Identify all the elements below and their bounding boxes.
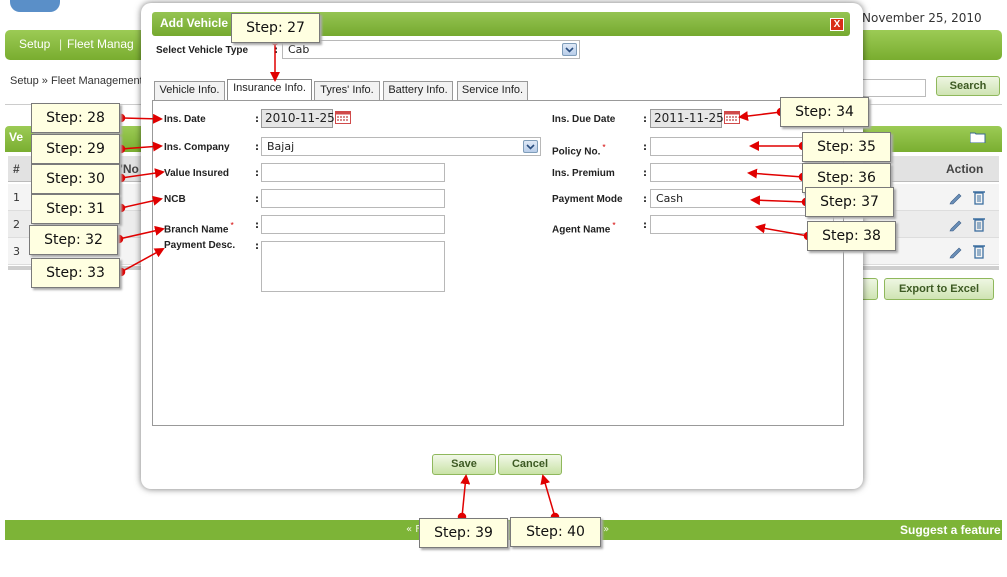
arrow-step-27: [270, 36, 280, 82]
step-callout-32: Step: 32: [29, 225, 118, 255]
step-callout-39: Step: 39: [419, 518, 508, 548]
arrow-step-39: [457, 474, 471, 522]
arrow-step-37: [750, 195, 811, 207]
arrow-step-30: [116, 168, 165, 183]
arrow-step-36: [747, 168, 808, 182]
step-callout-33: Step: 33: [31, 258, 120, 288]
step-callout-29: Step: 29: [31, 134, 120, 164]
arrow-step-40: [540, 474, 560, 522]
step-callout-40: Step: 40: [510, 517, 601, 547]
arrow-step-31: [116, 195, 163, 213]
arrow-step-33: [116, 248, 165, 277]
step-callout-35: Step: 35: [802, 132, 891, 162]
step-callout-34: Step: 34: [780, 97, 869, 127]
step-callout-31: Step: 31: [31, 194, 120, 224]
step-callout-27: Step: 27: [231, 13, 320, 43]
step-arrows: [114, 36, 813, 522]
arrow-step-29: [116, 141, 163, 154]
step-callout-28: Step: 28: [31, 103, 120, 133]
arrow-step-35: [749, 141, 808, 151]
step-callout-30: Step: 30: [31, 164, 120, 194]
arrow-step-38: [755, 223, 813, 241]
arrow-step-34: [738, 107, 786, 121]
step-callout-38: Step: 38: [807, 221, 896, 251]
step-callout-37: Step: 37: [805, 187, 894, 217]
arrow-step-28: [116, 113, 163, 124]
arrow-step-32: [114, 225, 165, 244]
